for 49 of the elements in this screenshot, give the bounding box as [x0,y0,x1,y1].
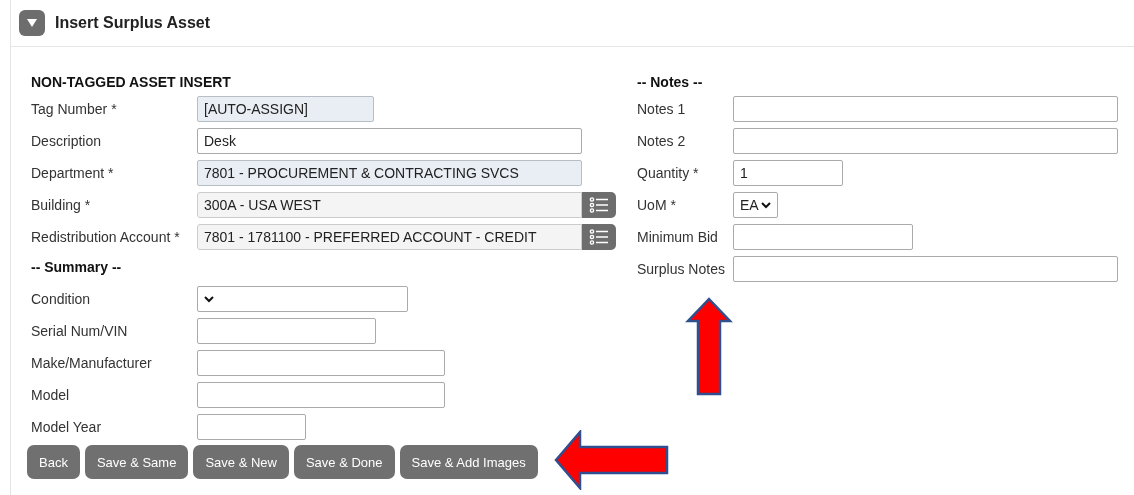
field-label: Minimum Bid [637,229,719,245]
list-button[interactable] [582,192,616,218]
list-icon [589,229,609,245]
field-label: Department * [31,165,115,181]
text-field[interactable]: Desk [197,128,582,154]
field-label: Description [31,133,103,149]
field-label: Serial Num/VIN [31,323,129,339]
section-heading: -- Summary -- [31,258,123,277]
collapse-button[interactable] [19,10,45,36]
action-button[interactable]: Back [27,445,80,479]
field-label: Notes 1 [637,101,687,117]
field-label: Redistribution Account * [31,229,181,245]
lookup-field[interactable]: 300A - USA WEST [197,192,582,218]
action-button[interactable]: Save & Same [84,445,189,479]
text-field[interactable] [197,414,306,440]
text-field[interactable] [197,350,445,376]
lookup-field[interactable]: 7801 - 1781100 - PREFERRED ACCOUNT - CREDIT [197,224,582,250]
text-field[interactable]: [AUTO-ASSIGN] [197,96,374,122]
field-label: Building * [31,197,92,213]
dropdown[interactable] [197,286,408,312]
section-heading: NON-TAGGED ASSET INSERT [31,73,232,92]
field-label: Quantity * [637,165,700,181]
text-field[interactable]: 1 [733,160,843,186]
text-field[interactable]: 7801 - PROCUREMENT & CONTRACTING SVCS [197,160,582,186]
list-icon [589,197,609,213]
action-button[interactable]: Save & Add Images [399,445,538,479]
chevron-down-icon [761,201,771,209]
dropdown[interactable]: EA [733,192,778,218]
action-button[interactable]: Save & New [193,445,289,479]
field-label: Surplus Notes [637,261,726,277]
text-field[interactable] [733,128,1118,154]
triangle-icon [26,18,38,28]
panel-title: Insert Surplus Asset [55,14,210,32]
section-heading: -- Notes -- [637,73,704,92]
field-label: Tag Number * [31,101,118,117]
text-field[interactable] [733,96,1118,122]
field-label: Condition [31,291,92,307]
list-button[interactable] [582,224,616,250]
text-field[interactable] [197,318,376,344]
text-field[interactable] [733,224,913,250]
action-button[interactable]: Save & Done [293,445,395,479]
field-label: UoM * [637,197,677,213]
field-label: Model [31,387,71,403]
text-field[interactable] [733,256,1118,282]
chevron-down-icon [204,295,214,303]
field-label: Make/Manufacturer [31,355,153,371]
field-label: Model Year [31,419,103,435]
field-label: Notes 2 [637,133,687,149]
text-field[interactable] [197,382,445,408]
